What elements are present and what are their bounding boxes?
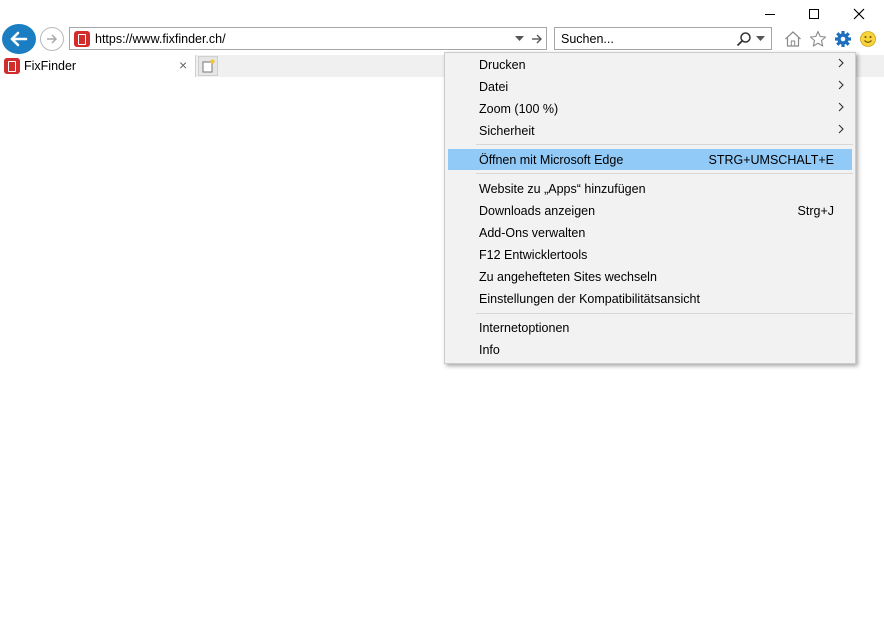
tab-close-icon[interactable]: ×: [179, 57, 187, 73]
forward-arrow-icon: [47, 34, 58, 44]
back-arrow-icon: [10, 31, 28, 47]
close-icon: [853, 8, 865, 20]
page-content: [0, 77, 884, 622]
menu-item-drucken[interactable]: Drucken: [448, 54, 852, 75]
url-text[interactable]: https://www.fixfinder.ch/: [95, 32, 226, 46]
tab-fixfinder[interactable]: FixFinder ×: [0, 55, 196, 77]
new-tab-button[interactable]: [198, 56, 218, 76]
maximize-icon: [809, 9, 819, 19]
search-bar[interactable]: [554, 27, 772, 50]
chevron-right-icon: [838, 58, 844, 68]
smiley-icon: [860, 31, 876, 47]
new-tab-icon: [202, 59, 215, 73]
home-icon: [785, 31, 801, 47]
site-favicon-icon: [74, 31, 90, 47]
address-dropdown-icon[interactable]: [515, 36, 524, 42]
search-input[interactable]: [561, 31, 721, 46]
gear-icon: [835, 31, 851, 47]
navigation-bar: https://www.fixfinder.ch/: [0, 24, 884, 54]
tools-button[interactable]: [833, 29, 853, 49]
favorites-button[interactable]: [808, 29, 828, 49]
address-bar[interactable]: https://www.fixfinder.ch/: [69, 27, 547, 50]
tab-favicon-icon: [4, 58, 20, 74]
back-button[interactable]: [2, 24, 36, 54]
search-icon[interactable]: [736, 31, 752, 47]
minimize-icon: [765, 14, 775, 15]
go-arrow-icon[interactable]: [530, 32, 544, 46]
search-dropdown-icon[interactable]: [756, 36, 765, 42]
feedback-button[interactable]: [858, 29, 878, 49]
tab-title: FixFinder: [24, 59, 77, 73]
forward-button[interactable]: [40, 27, 64, 51]
home-button[interactable]: [783, 29, 803, 49]
star-icon: [809, 30, 827, 47]
menu-item-label: Drucken: [479, 58, 526, 72]
